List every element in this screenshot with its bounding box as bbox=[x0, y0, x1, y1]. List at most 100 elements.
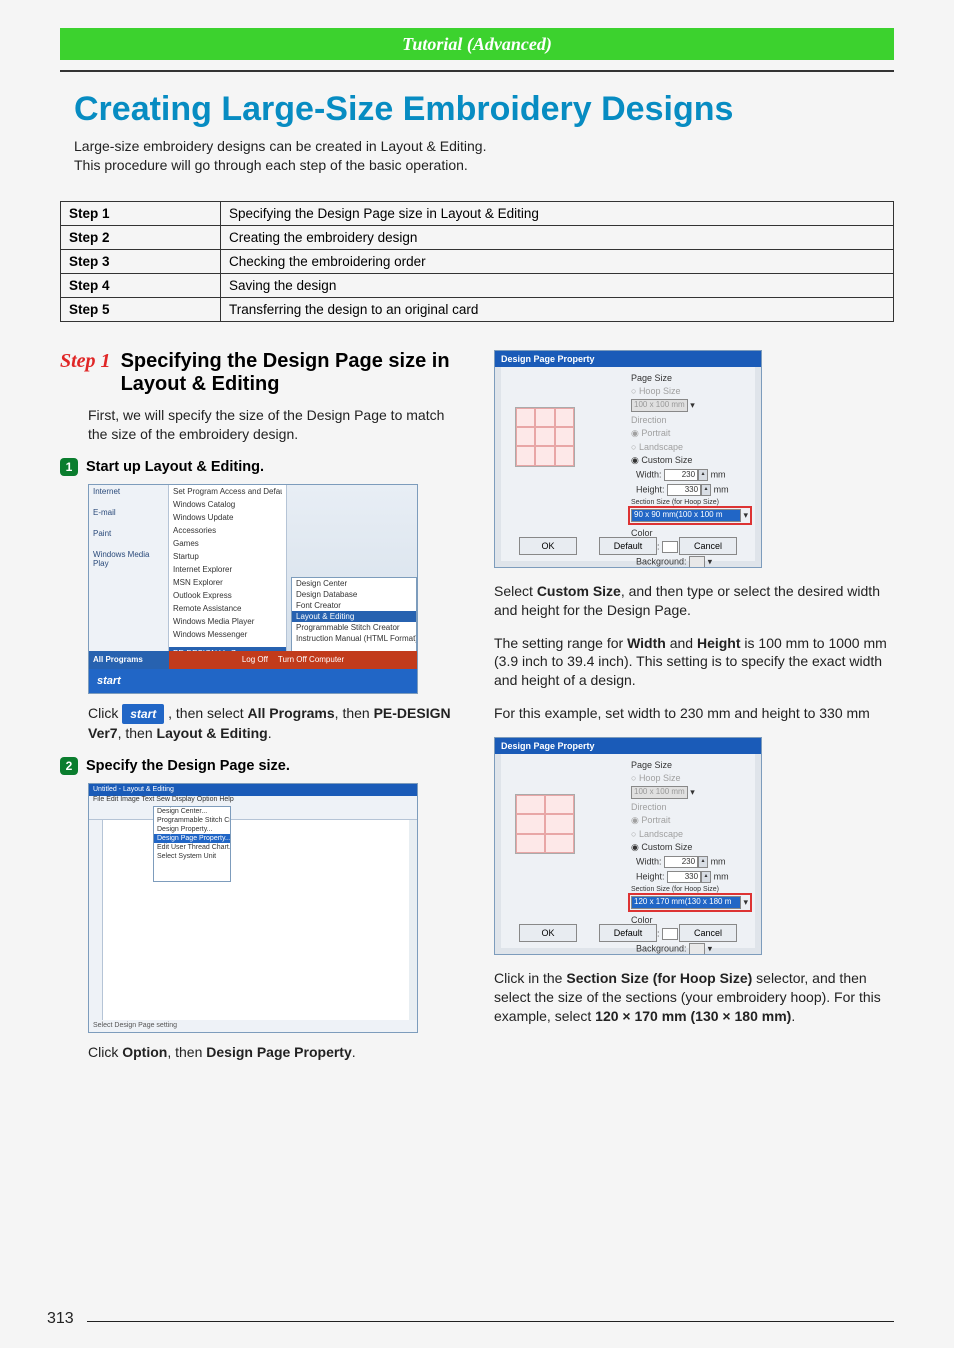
all-programs[interactable]: All Programs bbox=[89, 651, 169, 669]
landscape-radio[interactable]: Landscape bbox=[639, 829, 683, 839]
option-menu-dropdown: Design Center... Programmable Stitch Cre… bbox=[153, 806, 231, 882]
spinner-icon[interactable]: ▴ bbox=[698, 469, 708, 481]
le-side-toolbar[interactable] bbox=[89, 820, 103, 1020]
left-column: Step 1 Specifying the Design Page size i… bbox=[60, 350, 460, 1076]
menu-item[interactable]: Programmable Stitch Creator... bbox=[154, 816, 230, 825]
section-size-label: Section Size (for Hoop Size) bbox=[631, 499, 749, 506]
dpp-label: Design Page Property bbox=[206, 1044, 352, 1060]
portrait-radio[interactable]: Portrait bbox=[641, 815, 670, 825]
custom-size-instruction: Select Custom Size, and then type or sel… bbox=[494, 582, 894, 620]
hoop-size-radio[interactable]: Hoop Size bbox=[639, 773, 681, 783]
submenu-item-layout-editing[interactable]: Layout & Editing bbox=[292, 611, 416, 622]
txt: , then bbox=[118, 725, 157, 741]
step-number: Step 1 bbox=[60, 350, 111, 373]
bg-color-label: Background: bbox=[636, 556, 687, 566]
height-input[interactable]: 330 bbox=[667, 871, 701, 883]
page-footer-line bbox=[87, 1321, 894, 1322]
table-row: Step 4Saving the design bbox=[61, 273, 894, 297]
height-input[interactable]: 330 bbox=[667, 484, 701, 496]
portrait-radio[interactable]: Portrait bbox=[641, 428, 670, 438]
tutorial-header: Tutorial (Advanced) bbox=[60, 28, 894, 60]
width-input[interactable]: 230 bbox=[664, 469, 698, 481]
submenu-item[interactable]: Design Database bbox=[292, 589, 416, 600]
menu-item[interactable]: Select System Unit bbox=[154, 852, 230, 861]
submenu-item[interactable]: Programmable Stitch Creator bbox=[292, 622, 416, 633]
le-toolbar[interactable] bbox=[89, 806, 417, 820]
ok-button[interactable]: OK bbox=[519, 924, 577, 942]
section-size-select[interactable]: 120 x 170 mm(130 x 180 m bbox=[631, 896, 741, 909]
section-size-select[interactable]: 90 x 90 mm(100 x 100 m bbox=[631, 509, 741, 522]
hoop-size-select[interactable]: 100 x 100 mm bbox=[631, 786, 688, 799]
intro-line: This procedure will go through each step… bbox=[74, 156, 894, 175]
cancel-button[interactable]: Cancel bbox=[679, 924, 737, 942]
le-menubar[interactable]: File Edit Image Text Sew Display Option … bbox=[89, 796, 417, 806]
start-left-item: Windows Media Play bbox=[93, 550, 164, 568]
step-label: Step 2 bbox=[61, 225, 221, 249]
submenu-item[interactable]: Font Creator bbox=[292, 600, 416, 611]
step-title: Specifying the Design Page size in Layou… bbox=[121, 350, 460, 396]
default-button[interactable]: Default bbox=[599, 924, 657, 942]
hoop-size-radio[interactable]: Hoop Size bbox=[639, 386, 681, 396]
custom-size-bold: Custom Size bbox=[537, 583, 621, 599]
ok-button[interactable]: OK bbox=[519, 537, 577, 555]
le-canvas[interactable] bbox=[103, 820, 409, 1020]
submenu-item[interactable]: Design Center bbox=[292, 578, 416, 589]
menu-item[interactable]: Windows Catalog bbox=[173, 500, 282, 509]
start-menu-screenshot: Internet E-mail Paint Windows Media Play… bbox=[88, 484, 418, 694]
steps-table: Step 1Specifying the Design Page size in… bbox=[60, 201, 894, 322]
turnoff-button[interactable]: Turn Off Computer bbox=[278, 655, 344, 664]
start-button[interactable]: start bbox=[97, 675, 121, 687]
table-row: Step 1Specifying the Design Page size in… bbox=[61, 201, 894, 225]
txt: , then bbox=[167, 1044, 206, 1060]
menu-item[interactable]: Windows Messenger bbox=[173, 630, 282, 639]
menu-item-design-page-property[interactable]: Design Page Property... bbox=[154, 834, 230, 843]
menu-item[interactable]: Accessories bbox=[173, 526, 282, 535]
menu-item[interactable]: Windows Media Player bbox=[173, 617, 282, 626]
table-row: Step 3Checking the embroidering order bbox=[61, 249, 894, 273]
width-label: Width: bbox=[636, 857, 662, 867]
menu-item[interactable]: Windows Update bbox=[173, 513, 282, 522]
menu-item[interactable]: Games bbox=[173, 539, 282, 548]
txt: Click bbox=[88, 705, 122, 721]
menu-item[interactable]: Set Program Access and Defaults bbox=[173, 487, 282, 496]
menu-item[interactable]: MSN Explorer bbox=[173, 578, 282, 587]
table-row: Step 5Transferring the design to an orig… bbox=[61, 297, 894, 321]
hoop-size-select[interactable]: 100 x 100 mm bbox=[631, 399, 688, 412]
bullet-2-icon: 2 bbox=[60, 757, 78, 775]
le-window-title: Untitled - Layout & Editing bbox=[89, 784, 417, 796]
cancel-button[interactable]: Cancel bbox=[679, 537, 737, 555]
spinner-icon[interactable]: ▴ bbox=[701, 484, 711, 496]
spinner-icon[interactable]: ▴ bbox=[698, 856, 708, 868]
menu-item[interactable]: Startup bbox=[173, 552, 282, 561]
start-left-item: E-mail bbox=[93, 508, 164, 517]
bg-color-swatch[interactable] bbox=[689, 556, 705, 568]
bullet-1-icon: 1 bbox=[60, 458, 78, 476]
step-desc: Specifying the Design Page size in Layou… bbox=[221, 201, 894, 225]
default-button[interactable]: Default bbox=[599, 537, 657, 555]
custom-size-radio[interactable]: Custom Size bbox=[641, 842, 692, 852]
menu-item[interactable]: Remote Assistance bbox=[173, 604, 282, 613]
intro-text: Large-size embroidery designs can be cre… bbox=[60, 137, 894, 175]
menu-item[interactable]: Design Property... bbox=[154, 825, 230, 834]
dpp-preview bbox=[515, 794, 575, 854]
inline-start-button: start bbox=[122, 704, 164, 724]
bg-color-swatch[interactable] bbox=[689, 943, 705, 955]
menu-item[interactable]: Edit User Thread Chart... bbox=[154, 843, 230, 852]
submenu-item[interactable]: Instruction Manual (HTML Format) bbox=[292, 633, 416, 644]
unit: mm bbox=[714, 484, 729, 494]
intro-line: Large-size embroidery designs can be cre… bbox=[74, 137, 894, 156]
landscape-radio[interactable]: Landscape bbox=[639, 442, 683, 452]
menu-item[interactable]: Outlook Express bbox=[173, 591, 282, 600]
menu-item[interactable]: Design Center... bbox=[154, 807, 230, 816]
custom-size-radio[interactable]: Custom Size bbox=[641, 455, 692, 465]
width-input[interactable]: 230 bbox=[664, 856, 698, 868]
txt: . bbox=[268, 725, 272, 741]
dpp-buttons: OK Default Cancel bbox=[501, 924, 755, 942]
menu-item[interactable]: Internet Explorer bbox=[173, 565, 282, 574]
dpp-buttons: OK Default Cancel bbox=[501, 537, 755, 555]
spinner-icon[interactable]: ▴ bbox=[701, 871, 711, 883]
page-number: 313 bbox=[47, 1310, 74, 1328]
logoff-button[interactable]: Log Off bbox=[242, 655, 268, 664]
txt: and bbox=[666, 635, 697, 651]
layout-editing-label: Layout & Editing bbox=[157, 725, 268, 741]
